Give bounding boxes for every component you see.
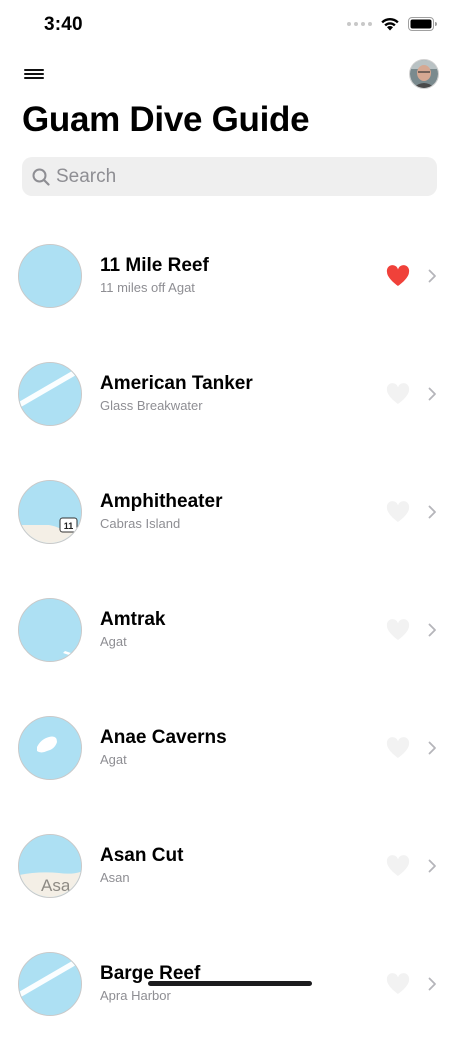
site-name: Asan Cut: [100, 845, 184, 866]
dive-site-row[interactable]: Anae Caverns Agat: [0, 690, 460, 808]
status-time: 3:40: [44, 14, 83, 35]
map-thumbnail: [18, 362, 82, 426]
site-name: Amphitheater: [100, 491, 223, 512]
map-thumbnail: [18, 716, 82, 780]
page-title: Guam Dive Guide: [22, 100, 310, 139]
favorite-heart-icon[interactable]: [386, 501, 410, 523]
search-icon: [32, 168, 50, 186]
site-location: Agat: [100, 752, 127, 767]
map-thumbnail: 11: [18, 480, 82, 544]
site-name: Amtrak: [100, 609, 166, 630]
map-thumbnail: [18, 598, 82, 662]
dive-site-row[interactable]: Amtrak Agat: [0, 572, 460, 690]
status-icons: [347, 16, 438, 31]
favorite-heart-icon[interactable]: [386, 973, 410, 995]
favorite-heart-icon[interactable]: [386, 265, 410, 287]
search-bar[interactable]: [22, 157, 437, 196]
map-label: 11: [64, 521, 74, 531]
site-location: Agat: [100, 634, 127, 649]
chevron-right-icon: [428, 859, 436, 873]
site-location: 11 miles off Agat: [100, 280, 195, 295]
map-thumbnail: Asa: [18, 834, 82, 898]
menu-button[interactable]: [24, 66, 46, 82]
chevron-right-icon: [428, 623, 436, 637]
map-label: Asa: [41, 876, 71, 895]
home-indicator[interactable]: [148, 981, 312, 986]
site-location: Asan: [100, 870, 130, 885]
favorite-heart-icon[interactable]: [386, 855, 410, 877]
cellular-signal-icon: [347, 21, 372, 26]
chevron-right-icon: [428, 387, 436, 401]
search-input[interactable]: [56, 165, 416, 188]
chevron-right-icon: [428, 977, 436, 991]
chevron-right-icon: [428, 269, 436, 283]
favorite-heart-icon[interactable]: [386, 619, 410, 641]
dive-site-row[interactable]: American Tanker Glass Breakwater: [0, 336, 460, 454]
dive-site-row[interactable]: 11 Amphitheater Cabras Island: [0, 454, 460, 572]
chevron-right-icon: [428, 741, 436, 755]
site-name: Anae Caverns: [100, 727, 227, 748]
battery-icon: [408, 16, 437, 31]
site-location: Glass Breakwater: [100, 398, 203, 413]
favorite-heart-icon[interactable]: [386, 383, 410, 405]
status-bar: 3:40: [0, 0, 460, 50]
wifi-icon: [381, 17, 399, 31]
map-thumbnail: [18, 952, 82, 1016]
dive-site-row[interactable]: 11 Mile Reef 11 miles off Agat: [0, 218, 460, 336]
chevron-right-icon: [428, 505, 436, 519]
dive-site-row[interactable]: Asa Asan Cut Asan: [0, 808, 460, 926]
site-name: 11 Mile Reef: [100, 255, 209, 276]
map-thumbnail: [18, 244, 82, 308]
favorite-heart-icon[interactable]: [386, 737, 410, 759]
site-name: American Tanker: [100, 373, 253, 394]
profile-avatar-button[interactable]: [409, 59, 439, 89]
dive-site-list: 11 Mile Reef 11 miles off Agat American …: [0, 218, 460, 1044]
site-location: Cabras Island: [100, 516, 181, 531]
